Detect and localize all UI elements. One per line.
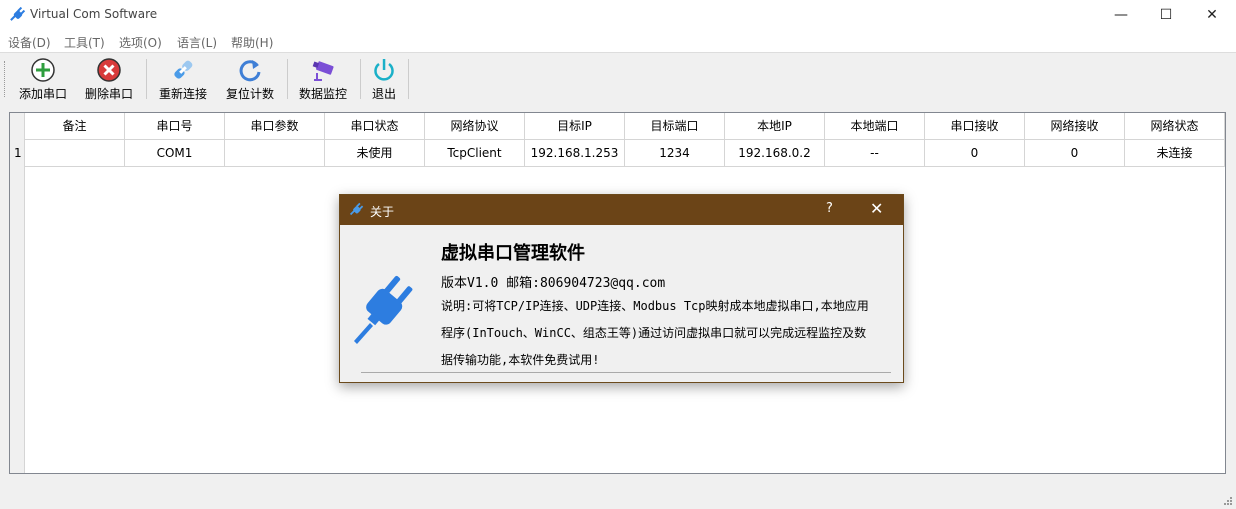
toolbar-separator — [360, 59, 361, 99]
column-header-port-status[interactable]: 串口状态 — [325, 113, 425, 140]
status-bar — [0, 484, 1236, 509]
exit-button[interactable]: 退出 — [367, 57, 401, 101]
column-header-local-port[interactable]: 本地端口 — [825, 113, 925, 140]
toolbar-separator — [287, 59, 288, 99]
column-header-local-ip[interactable]: 本地IP — [725, 113, 825, 140]
main-window: Virtual Com Software — ☐ ✕ 设备(D) 工具(T) 选… — [0, 0, 1236, 509]
description-line-3: 据传输功能,本软件免费试用! — [441, 353, 600, 367]
dialog-title-bar[interactable]: 关于 ? ✕ — [340, 195, 903, 225]
data-monitor-label: 数据监控 — [298, 87, 347, 101]
about-dialog: 关于 ? ✕ 虚拟串口管理软件 版本V1.0 邮箱:806904723@qq.c… — [339, 194, 904, 383]
exit-label: 退出 — [371, 87, 396, 101]
table-cell[interactable]: 未连接 — [1125, 140, 1225, 167]
table-cell[interactable] — [25, 140, 125, 167]
menu-options[interactable]: 选项(O) — [119, 34, 162, 51]
add-port-label: 添加串口 — [18, 87, 67, 101]
dialog-close-button[interactable]: ✕ — [870, 199, 883, 218]
dialog-title: 关于 — [370, 205, 395, 219]
reset-count-label: 复位计数 — [225, 87, 274, 101]
description-line-1: 说明:可将TCP/IP连接、UDP连接、Modbus Tcp映射成本地虚拟串口,… — [441, 299, 869, 313]
link-icon — [174, 60, 193, 79]
maximize-button[interactable]: ☐ — [1143, 0, 1189, 30]
column-header-port[interactable]: 串口号 — [125, 113, 225, 140]
delete-port-button[interactable]: 删除串口 — [83, 57, 135, 101]
dialog-help-button[interactable]: ? — [826, 201, 833, 216]
minimize-button[interactable]: — — [1098, 0, 1144, 30]
refresh-icon — [239, 60, 261, 82]
column-header-port-rx[interactable]: 串口接收 — [925, 113, 1025, 140]
title-bar[interactable]: Virtual Com Software — ☐ ✕ — [0, 0, 1236, 30]
table-cell[interactable]: 192.168.0.2 — [725, 140, 825, 167]
menu-tools[interactable]: 工具(T) — [64, 34, 105, 51]
table-cell[interactable]: COM1 — [125, 140, 225, 167]
column-header-target-ip[interactable]: 目标IP — [525, 113, 625, 140]
column-header-net-rx[interactable]: 网络接收 — [1025, 113, 1125, 140]
toolbar-separator — [146, 59, 147, 99]
power-icon — [374, 59, 394, 81]
toolbar: 添加串口 删除串口 重新连接 复位计数 数据监控 退出 — [0, 52, 1236, 102]
row-header-column — [10, 113, 25, 473]
add-port-button[interactable]: 添加串口 — [17, 57, 69, 101]
toolbar-grip[interactable] — [4, 61, 7, 97]
plug-logo-icon — [354, 275, 413, 344]
plug-icon — [10, 6, 26, 21]
window-title: Virtual Com Software — [30, 7, 158, 21]
table-cell[interactable] — [225, 140, 325, 167]
row-number[interactable]: 1 — [10, 140, 25, 167]
reconnect-label: 重新连接 — [158, 87, 207, 101]
table-cell[interactable]: 未使用 — [325, 140, 425, 167]
reconnect-button[interactable]: 重新连接 — [157, 57, 209, 101]
column-header-port-params[interactable]: 串口参数 — [225, 113, 325, 140]
table-cell[interactable]: -- — [825, 140, 925, 167]
table-cell[interactable]: 0 — [1025, 140, 1125, 167]
delete-port-label: 删除串口 — [84, 87, 133, 101]
resize-grip-icon[interactable] — [1222, 495, 1232, 505]
menu-language[interactable]: 语言(L) — [177, 34, 217, 51]
description-line-2: 程序(InTouch、WinCC、组态王等)通过访问虚拟串口就可以完成远程监控及… — [441, 326, 867, 340]
table-cell[interactable]: 1234 — [625, 140, 725, 167]
add-icon — [31, 58, 55, 82]
column-header-protocol[interactable]: 网络协议 — [425, 113, 525, 140]
dialog-divider — [361, 372, 891, 373]
version-email-text: 版本V1.0 邮箱:806904723@qq.com — [441, 276, 666, 291]
close-button[interactable]: ✕ — [1189, 0, 1235, 30]
column-header-target-port[interactable]: 目标端口 — [625, 113, 725, 140]
reset-count-button[interactable]: 复位计数 — [224, 57, 276, 101]
dialog-heading: 虚拟串口管理软件 — [441, 243, 585, 264]
table-cell[interactable]: TcpClient — [425, 140, 525, 167]
table-cell[interactable]: 192.168.1.253 — [525, 140, 625, 167]
menu-help[interactable]: 帮助(H) — [231, 34, 273, 51]
menu-bar: 设备(D) 工具(T) 选项(O) 语言(L) 帮助(H) — [0, 30, 1236, 52]
data-monitor-button[interactable]: 数据监控 — [297, 57, 349, 101]
toolbar-separator — [408, 59, 409, 99]
delete-icon — [97, 58, 121, 82]
menu-device[interactable]: 设备(D) — [8, 34, 51, 51]
camera-icon — [312, 61, 334, 81]
column-header-note[interactable]: 备注 — [25, 113, 125, 140]
table-cell[interactable]: 0 — [925, 140, 1025, 167]
plug-icon — [349, 202, 364, 216]
column-header-net-status[interactable]: 网络状态 — [1125, 113, 1225, 140]
